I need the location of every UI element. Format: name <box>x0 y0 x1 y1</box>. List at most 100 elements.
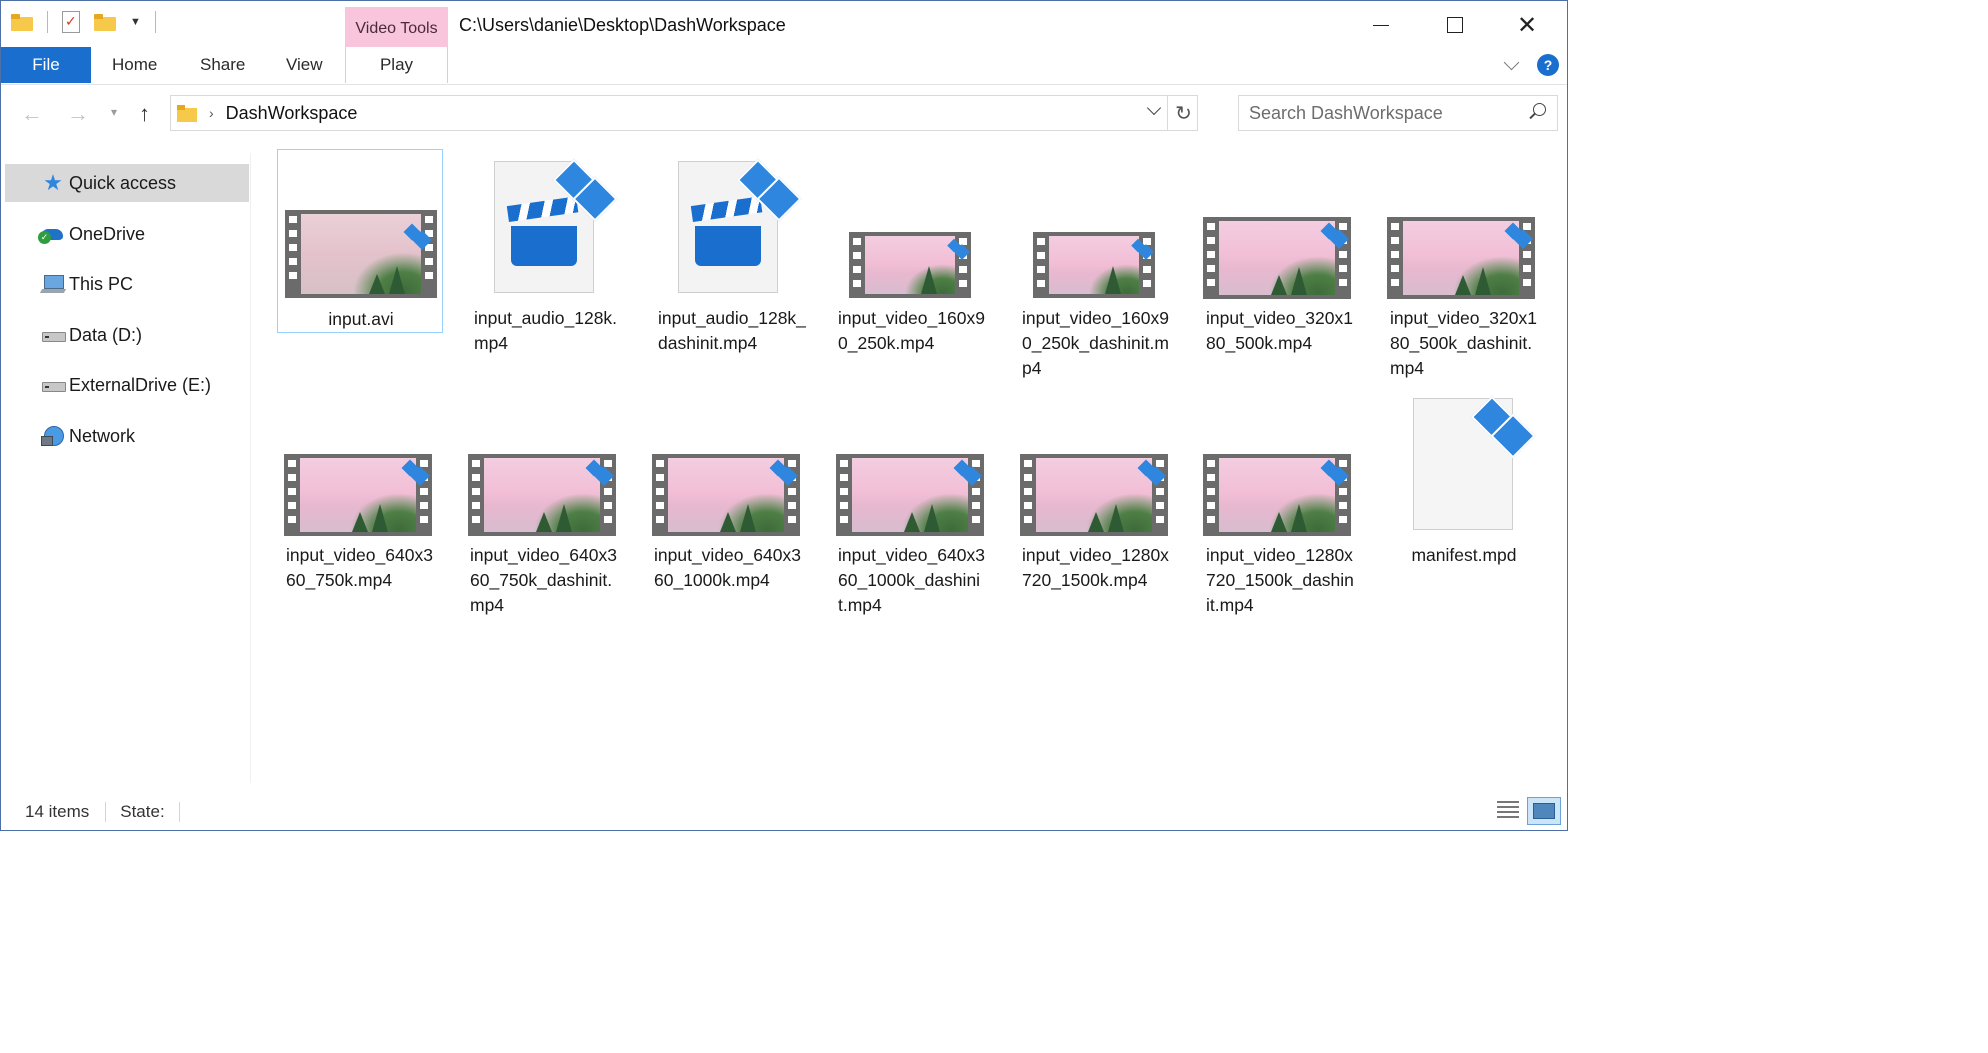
refresh-icon[interactable]: ↻ <box>1167 96 1199 130</box>
search-icon[interactable] <box>1527 102 1549 124</box>
file-item-audio-128k-dashinit[interactable]: input_audio_128k_dashinit.mp4 <box>645 149 811 359</box>
file-name: input_video_640x360_750k.mp4 <box>286 545 433 590</box>
shortcut-badge-icon <box>737 157 799 219</box>
file-item-video-640x360-1000k-dashinit[interactable]: input_video_640x360_1000k_dashinit.mp4 <box>829 386 995 621</box>
video-thumbnail <box>1197 149 1363 309</box>
shortcut-badge-icon <box>954 458 980 484</box>
star-icon: ★ <box>43 170 63 195</box>
state-label: State: <box>120 802 165 821</box>
file-name: input_video_1280x720_1500k_dashinit.mp4 <box>1206 545 1354 615</box>
details-view-icon[interactable] <box>1497 801 1519 821</box>
file-item-video-640x360-750k[interactable]: input_video_640x360_750k.mp4 <box>277 386 443 596</box>
file-name: input_video_640x360_1000k_dashinit.mp4 <box>838 545 985 615</box>
sidebar-item-this-pc[interactable]: This PC <box>5 265 249 303</box>
back-arrow-icon[interactable]: ← <box>21 101 43 127</box>
file-name: input_video_640x360_750k_dashinit.mp4 <box>470 545 617 615</box>
forward-arrow-icon[interactable]: → <box>67 101 89 127</box>
drive-icon <box>41 373 66 397</box>
sidebar-item-network[interactable]: Network <box>5 417 249 455</box>
search-box[interactable] <box>1238 95 1558 131</box>
sidebar-item-label: Data (D:) <box>69 324 143 345</box>
file-item-video-320x180[interactable]: input_video_320x180_500k.mp4 <box>1197 149 1363 359</box>
new-folder-icon[interactable] <box>94 13 116 31</box>
file-item-video-640x360-1000k[interactable]: input_video_640x360_1000k.mp4 <box>645 386 811 596</box>
tab-share[interactable]: Share <box>200 47 245 83</box>
close-icon: ✕ <box>1516 11 1538 39</box>
cloud-icon <box>38 222 65 246</box>
video-thumbnail <box>829 149 995 309</box>
shortcut-badge-icon <box>586 458 612 484</box>
address-bar[interactable]: › DashWorkspace ↻ <box>170 95 1198 131</box>
quick-access-toolbar: ▼ <box>11 11 156 33</box>
tab-play[interactable]: Play <box>345 47 448 83</box>
video-thumbnail <box>829 386 995 546</box>
shortcut-badge-icon <box>1321 221 1347 247</box>
minimize-button[interactable] <box>1361 9 1401 41</box>
video-thumbnail <box>278 150 444 310</box>
shortcut-badge-icon <box>553 157 615 219</box>
shortcut-badge-icon <box>770 458 796 484</box>
item-count: 14 items <box>25 802 90 821</box>
file-item-video-640x360-750k-dashinit[interactable]: input_video_640x360_750k_dashinit.mp4 <box>461 386 627 621</box>
file-view: input.avi input_audio_128k.mp4 input_aud <box>252 141 1567 791</box>
file-item-video-1280x720-1500k-dashinit[interactable]: input_video_1280x720_1500k_dashinit.mp4 <box>1197 386 1363 621</box>
up-arrow-icon[interactable]: ↑ <box>139 101 150 127</box>
file-item-audio-128k[interactable]: input_audio_128k.mp4 <box>461 149 627 359</box>
tab-view[interactable]: View <box>286 47 323 83</box>
document-thumbnail <box>1381 386 1547 546</box>
file-name: input_video_160x90_250k.mp4 <box>838 308 985 353</box>
file-name: input_video_1280x720_1500k.mp4 <box>1022 545 1169 590</box>
file-item-input-avi[interactable]: input.avi <box>277 149 443 333</box>
file-explorer-window: ▼ Video Tools C:\Users\danie\Desktop\Das… <box>0 0 1568 831</box>
address-dropdown-chevron-icon[interactable] <box>1147 104 1161 118</box>
file-name: input_video_160x90_250k_dashinit.mp4 <box>1022 308 1169 378</box>
file-name: input_video_640x360_1000k.mp4 <box>654 545 801 590</box>
sidebar-item-onedrive[interactable]: OneDrive <box>5 215 249 253</box>
file-name: manifest.mpd <box>1411 545 1517 565</box>
file-item-video-160x90-dashinit[interactable]: input_video_160x90_250k_dashinit.mp4 <box>1013 149 1179 384</box>
properties-icon[interactable] <box>62 11 80 33</box>
file-item-video-160x90[interactable]: input_video_160x90_250k.mp4 <box>829 149 995 359</box>
network-icon <box>41 424 65 448</box>
maximize-icon <box>1447 17 1463 33</box>
breadcrumb-dashworkspace[interactable]: DashWorkspace <box>226 103 358 124</box>
shortcut-badge-icon <box>1321 458 1347 484</box>
file-item-video-320x180-dashinit[interactable]: input_video_320x180_500k_dashinit.mp4 <box>1381 149 1547 384</box>
video-thumbnail <box>1381 149 1547 309</box>
window-title: C:\Users\danie\Desktop\DashWorkspace <box>459 15 786 35</box>
close-button[interactable]: ✕ <box>1507 9 1547 41</box>
toolbar-divider <box>154 11 156 33</box>
video-thumbnail <box>1197 386 1363 546</box>
shortcut-badge-icon <box>1471 394 1533 456</box>
file-item-video-1280x720-1500k[interactable]: input_video_1280x720_1500k.mp4 <box>1013 386 1179 621</box>
clapperboard-icon <box>695 226 761 266</box>
file-name: input_video_320x180_500k.mp4 <box>1206 308 1353 353</box>
file-item-manifest-mpd[interactable]: manifest.mpd <box>1381 386 1547 570</box>
breadcrumb-chevron-icon[interactable]: › <box>209 105 214 121</box>
tab-file[interactable]: File <box>1 47 91 83</box>
video-thumbnail <box>1013 386 1179 546</box>
large-icons-view-icon[interactable] <box>1527 797 1561 825</box>
file-name: input_audio_128k.mp4 <box>474 308 618 353</box>
help-icon[interactable]: ? <box>1537 54 1559 76</box>
shortcut-badge-icon <box>948 238 969 259</box>
sidebar-item-external-drive[interactable]: ExternalDrive (E:) <box>5 366 249 404</box>
video-thumbnail <box>1013 149 1179 309</box>
sidebar-item-label: This PC <box>69 273 134 294</box>
tab-home[interactable]: Home <box>112 47 157 83</box>
navigation-pane: ★ Quick access OneDrive This PC Data (D:… <box>1 153 251 783</box>
folder-icon <box>11 13 33 31</box>
video-thumbnail <box>461 386 627 546</box>
recent-locations-chevron-icon[interactable]: ▾ <box>111 105 117 119</box>
toolbar-divider <box>47 11 48 33</box>
sidebar-item-data-drive[interactable]: Data (D:) <box>5 316 249 354</box>
sidebar-item-quick-access[interactable]: ★ Quick access <box>5 164 249 202</box>
navigation-bar: ← → ▾ ↑ › DashWorkspace ↻ <box>1 87 1567 139</box>
minimize-icon <box>1373 24 1389 26</box>
shortcut-badge-icon <box>1505 221 1531 247</box>
search-input[interactable] <box>1239 101 1509 125</box>
customize-toolbar-icon[interactable]: ▼ <box>130 16 141 28</box>
maximize-button[interactable] <box>1435 9 1475 41</box>
shortcut-badge-icon <box>402 458 428 484</box>
expand-ribbon-chevron-icon[interactable] <box>1503 55 1523 75</box>
